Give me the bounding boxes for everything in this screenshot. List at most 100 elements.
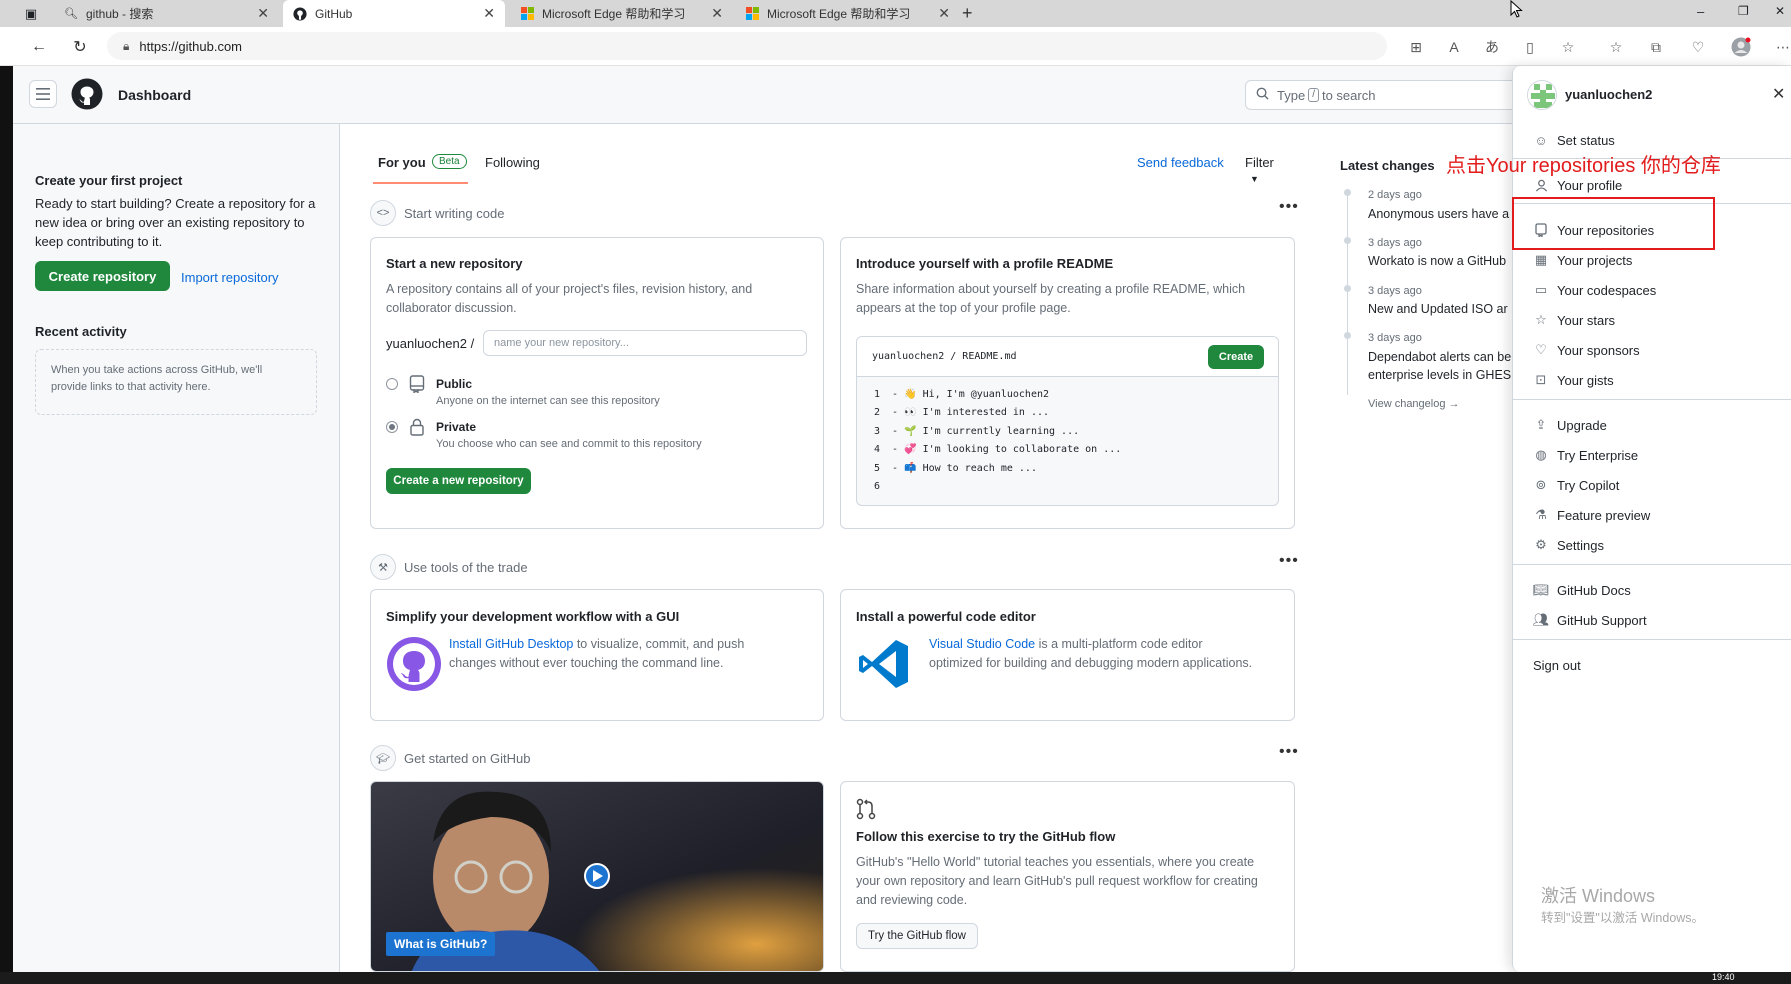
github-desktop-card: Simplify your development workflow with … [370, 589, 824, 721]
read-aloud-icon[interactable]: A [1444, 37, 1464, 57]
microsoft-icon [520, 7, 534, 21]
tab-for-you[interactable]: For you [378, 155, 426, 170]
tab-bing-search[interactable]: 🔍︎ github - 搜索 ✕ [54, 0, 279, 27]
close-tab-icon[interactable]: ✕ [711, 5, 723, 22]
code-square-icon: ⊡ [1535, 372, 1547, 387]
favorite-star-icon[interactable]: ☆ [1558, 37, 1578, 57]
menu-item-feature-preview[interactable]: ⚗ Feature preview [1533, 504, 1773, 526]
close-tab-icon[interactable]: ✕ [483, 5, 495, 22]
what-is-github-video-card[interactable]: What is GitHub? [370, 781, 824, 972]
create-repository-button[interactable]: Create repository [35, 261, 170, 291]
view-changelog-link[interactable]: View changelog → [1368, 398, 1460, 410]
readme-create-button[interactable]: Create [1208, 345, 1264, 369]
menu-item-your-projects[interactable]: ▦ Your projects [1533, 249, 1773, 271]
menu-item-try-enterprise[interactable]: ◍ Try Enterprise [1533, 444, 1773, 466]
menu-item-label: Your stars [1557, 312, 1616, 328]
public-radio[interactable] [386, 378, 398, 390]
install-github-desktop-link[interactable]: Install GitHub Desktop [449, 637, 573, 651]
windows-activation-subtitle: 转到"设置"以激活 Windows。 [1541, 911, 1705, 925]
hamburger-menu-button[interactable] [29, 80, 57, 108]
menu-item-your-codespaces[interactable]: ▭ Your codespaces [1533, 279, 1773, 301]
change-title[interactable]: Dependabot alerts can be [1368, 348, 1513, 366]
reader-view-icon[interactable]: ▯ [1520, 37, 1540, 57]
back-arrow-icon[interactable]: ← [28, 36, 50, 58]
try-github-flow-button[interactable]: Try the GitHub flow [856, 923, 978, 949]
minimize-button[interactable]: – [1697, 4, 1704, 19]
menu-item-your-stars[interactable]: ☆ Your stars [1533, 309, 1773, 331]
menu-item-your-sponsors[interactable]: ♡ Your sponsors [1533, 339, 1773, 361]
tab-following[interactable]: Following [485, 155, 540, 170]
close-tab-icon[interactable]: ✕ [938, 5, 950, 22]
favorites-icon[interactable]: ☆ [1606, 37, 1626, 57]
send-feedback-link[interactable]: Send feedback [1137, 155, 1224, 170]
dashboard-sidebar: Create your first project Ready to start… [13, 124, 340, 984]
profile-avatar-icon[interactable] [1731, 37, 1751, 57]
tab-edge-help-1[interactable]: Microsoft Edge 帮助和学习 ✕ [510, 0, 733, 27]
readme-preview-header: yuanluochen2 / README.md Create [857, 337, 1278, 377]
timeline-dot [1344, 237, 1351, 244]
card-title: Start a new repository [386, 256, 523, 271]
section-title: Get started on GitHub [404, 750, 531, 766]
code-icon: <> [370, 200, 396, 226]
menu-item-label: Your projects [1557, 252, 1633, 268]
more-menu-icon[interactable]: ⋯ [1773, 37, 1791, 57]
close-tab-icon[interactable]: ✕ [257, 5, 269, 22]
app-available-icon[interactable]: ⊞ [1406, 37, 1426, 57]
section-more-icon[interactable]: ••• [1279, 552, 1299, 570]
restore-button[interactable]: ❐ [1738, 4, 1749, 18]
menu-item-try-copilot[interactable]: ⊚ Try Copilot [1533, 474, 1773, 496]
section-more-icon[interactable]: ••• [1279, 198, 1299, 216]
search-input[interactable]: Type / to search [1245, 80, 1545, 110]
translate-icon[interactable]: あ [1482, 37, 1502, 57]
change-title[interactable]: Anonymous users have a [1368, 205, 1513, 223]
new-tab-icon[interactable]: + [962, 3, 973, 24]
table-icon: ▦ [1534, 252, 1548, 267]
tab-edge-help-2[interactable]: Microsoft Edge 帮助和学习 ✕ [735, 0, 960, 27]
collections-icon[interactable]: ⧉ [1646, 37, 1666, 57]
change-title[interactable]: Workato is now a GitHub [1368, 252, 1513, 270]
section-title: Use tools of the trade [404, 559, 528, 575]
browser-essentials-icon[interactable]: ♡ [1688, 37, 1708, 57]
filter-dropdown[interactable]: Filter ▼ [1245, 155, 1290, 185]
readme-line: 3 - 🌱 I'm currently learning ... [874, 426, 1080, 437]
change-title-continued[interactable]: enterprise levels in GHES [1368, 366, 1513, 384]
tab-github[interactable]: GitHub ✕ [283, 0, 505, 27]
refresh-icon[interactable]: ↻ [69, 36, 91, 58]
section-use-tools: ⚒ Use tools of the trade [370, 554, 528, 580]
globe-icon: ◍ [1535, 447, 1547, 462]
private-radio[interactable] [386, 421, 398, 433]
close-window-button[interactable]: ✕ [1775, 4, 1785, 18]
tab-actions-icon[interactable]: ▣ [22, 5, 40, 23]
card-description: A repository contains all of your projec… [386, 282, 753, 315]
repo-name-input[interactable]: name your new repository... [483, 330, 807, 356]
change-title[interactable]: New and Updated ISO ar [1368, 300, 1513, 318]
create-new-repository-button[interactable]: Create a new repository [386, 468, 531, 494]
url-field[interactable]: 🔒︎ https://github.com [107, 32, 1387, 60]
readme-line: 2 - 👀 I'm interested in ... [874, 407, 1050, 418]
card-title: Install a powerful code editor [856, 609, 1036, 624]
menu-item-settings[interactable]: ⚙ Settings [1533, 534, 1773, 556]
readme-line: 5 - 📫 How to reach me ... [874, 463, 1037, 474]
import-repository-link[interactable]: Import repository [181, 270, 279, 285]
recent-activity-title: Recent activity [35, 324, 127, 339]
visual-studio-code-link[interactable]: Visual Studio Code [929, 637, 1035, 651]
menu-item-sign-out[interactable]: Sign out [1533, 654, 1773, 676]
beta-badge: Beta [432, 154, 467, 169]
section-more-icon[interactable]: ••• [1279, 743, 1299, 761]
mortarboard-icon: 🎓︎ [370, 745, 396, 771]
menu-item-github-support[interactable]: 👥︎ GitHub Support [1533, 609, 1773, 631]
menu-item-set-status[interactable]: ☺ Set status [1533, 129, 1773, 151]
close-icon[interactable]: ✕ [1772, 84, 1785, 104]
menu-item-your-gists[interactable]: ⊡ Your gists [1533, 369, 1773, 391]
gear-icon: ⚙ [1535, 537, 1547, 552]
search-placeholder-after: to search [1321, 87, 1376, 103]
page-title[interactable]: Dashboard [118, 87, 191, 103]
card-description: GitHub's "Hello World" tutorial teaches … [856, 855, 1258, 907]
menu-item-upgrade[interactable]: ⇪ Upgrade [1533, 414, 1773, 436]
change-date: 3 days ago [1368, 285, 1422, 297]
menu-item-github-docs[interactable]: 📖︎ GitHub Docs [1533, 579, 1773, 601]
github-logo-icon[interactable] [71, 78, 103, 110]
tools-icon: ⚒ [370, 554, 396, 580]
url-text: https://github.com [139, 38, 243, 54]
timeline-dot [1344, 189, 1351, 196]
